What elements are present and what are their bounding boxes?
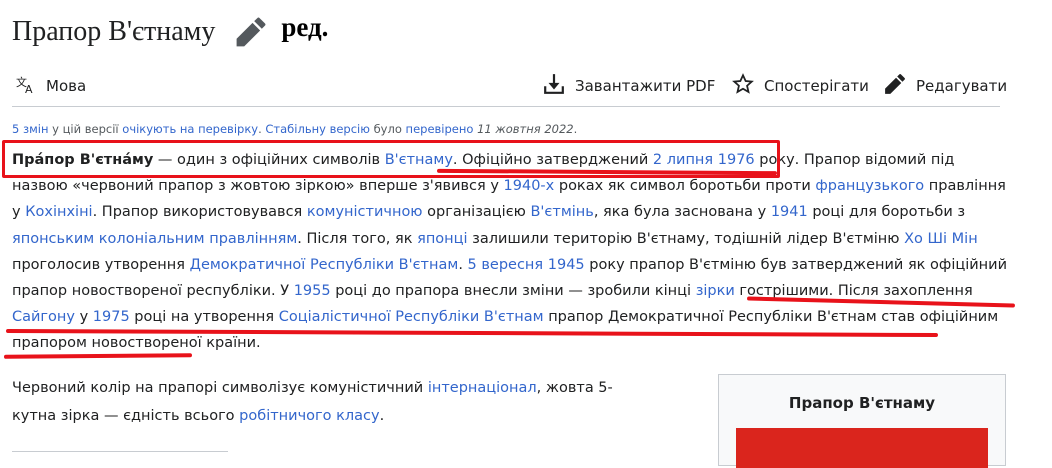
download-pdf-button[interactable]: Завантажити PDF <box>543 72 715 100</box>
article-text: році для боротьби з <box>807 204 966 221</box>
changes-link[interactable]: 5 змін <box>12 122 48 136</box>
article-link[interactable]: французького <box>815 178 924 194</box>
article-link[interactable]: Сайгону <box>12 309 75 325</box>
language-button[interactable]: 文A Мова <box>16 72 86 100</box>
article-link[interactable]: інтернаціонал <box>428 380 537 396</box>
article-text: залишили територію В'єтнаму, тодішній лі… <box>467 230 905 247</box>
article-text: . Прапор використовувався <box>92 204 307 221</box>
article-text: — один з офіційних символів <box>153 152 385 168</box>
divider <box>12 451 228 452</box>
star-icon <box>732 73 764 99</box>
infobox-caption: Прапор В'єтнаму <box>788 394 936 412</box>
article-text: у <box>74 309 93 326</box>
edit-label: Редагувати <box>916 77 1008 95</box>
page-toolbar: 文A Мова Завантажити PDF Спостерігати Ред… <box>12 68 1007 107</box>
download-icon <box>543 73 575 99</box>
article-link[interactable]: В'єтмінь <box>530 204 593 220</box>
article-text: роках як символ боротьби проти <box>554 178 816 195</box>
article-text: проголосив утворення <box>12 256 190 273</box>
article-text: . Після того, як <box>297 230 418 247</box>
article-link[interactable]: японці <box>417 231 467 247</box>
article-subject: Пра́пор В'єтна́му <box>12 152 154 168</box>
article-link[interactable]: японським колоніальним правлінням <box>12 231 297 247</box>
article-text: . Офіційно затверджений <box>452 152 653 168</box>
pencil-icon <box>884 73 916 99</box>
edit-section-link[interactable]: ред. <box>281 12 328 43</box>
article-text: гострішими. Після захоплення <box>734 283 973 300</box>
infobox: Прапор В'єтнаму <box>718 374 1006 468</box>
checked-link[interactable]: перевірено <box>406 122 474 136</box>
article-link[interactable]: В'єтнаму <box>385 152 453 168</box>
article-link[interactable]: зірки <box>696 283 735 299</box>
flag-image[interactable] <box>736 428 988 468</box>
article-link[interactable]: 5 вересня 1945 <box>468 257 585 273</box>
article-text: організацією <box>422 204 531 221</box>
article-link[interactable]: 1955 <box>294 283 331 299</box>
notice-text: було <box>369 122 406 136</box>
article-link[interactable]: 2 липня 1976 <box>653 152 755 168</box>
download-pdf-label: Завантажити PDF <box>575 77 716 95</box>
article-text: році на утворення <box>129 309 279 326</box>
watch-label: Спостерігати <box>764 77 869 95</box>
article-link[interactable]: 1941 <box>771 204 808 220</box>
notice-date: 11 жовтня 2022 <box>477 122 574 136</box>
pending-review-link[interactable]: очікують на перевірку <box>122 122 258 136</box>
article-link[interactable]: робітничого класу <box>239 408 379 424</box>
page-title: Прапор В'єтнаму <box>12 16 216 47</box>
article-link[interactable]: Хо Ші Мін <box>904 231 978 247</box>
article-text: . <box>379 408 385 424</box>
article-text: році до прапора внесли зміни — зробили к… <box>330 283 696 300</box>
article-link[interactable]: 1975 <box>93 309 130 325</box>
notice-text: . <box>573 122 578 136</box>
notice-text: у цій версії <box>48 122 123 136</box>
article-text: . <box>458 256 468 273</box>
article-link[interactable]: 1940-х <box>504 178 555 194</box>
article-link[interactable]: Демократичної Республіки В'єтнам <box>190 257 459 273</box>
language-label: Мова <box>46 77 87 95</box>
article-link[interactable]: Соціалістичної Республіки В'єтнам <box>279 309 544 325</box>
watch-button[interactable]: Спостерігати <box>732 72 869 100</box>
pencil-icon[interactable] <box>235 16 267 48</box>
article-paragraph: Пра́пор В'єтна́му — один з офіційних сим… <box>12 147 1012 357</box>
article-text: , яка була заснована у <box>593 204 771 221</box>
article-text: Червоний колір на прапорі символізує ком… <box>12 380 428 396</box>
svg-text:A: A <box>25 83 33 94</box>
article-link[interactable]: комуністичною <box>307 204 423 220</box>
stable-version-link[interactable]: Стабільну версію <box>265 122 370 136</box>
page-header: Прапор В'єтнаму ред. <box>12 12 328 52</box>
edit-button[interactable]: Редагувати <box>884 72 1007 100</box>
review-notice: 5 змін у цій версії очікують на перевірк… <box>12 122 577 136</box>
article-link[interactable]: Кохінхіні <box>25 204 92 220</box>
language-icon: 文A <box>16 74 46 98</box>
article-paragraph-2: Червоний колір на прапорі символізує ком… <box>12 374 642 430</box>
